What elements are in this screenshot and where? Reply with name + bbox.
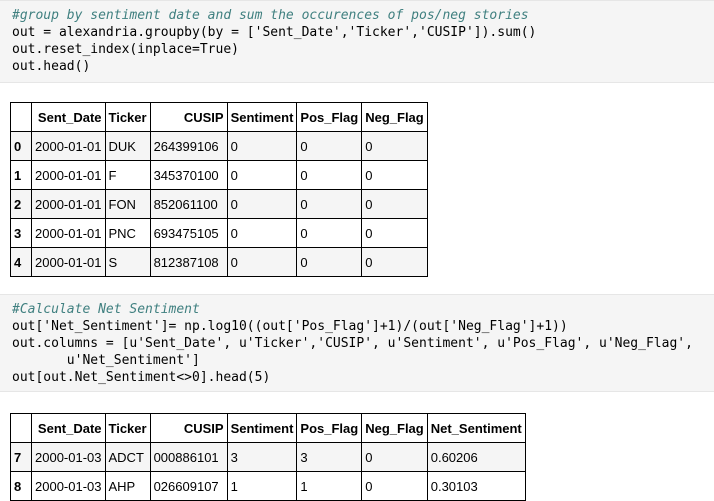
code-comment: #group by sentiment date and sum the occ… [12, 8, 529, 23]
cell-sentiment: 0 [226, 189, 298, 219]
cell-cusip: 345370100 [149, 160, 228, 190]
column-header: Sentiment [226, 102, 298, 132]
code-line: u'Net_Sentiment'] [12, 353, 200, 368]
row-index: 4 [10, 247, 32, 277]
row-index: 2 [10, 189, 32, 219]
cell-ticker: ADCT [104, 442, 151, 472]
dataframe-output-table: Sent_Date Ticker CUSIP Sentiment Pos_Fla… [10, 102, 428, 277]
cell-sentiment: 3 [226, 442, 298, 472]
code-cell-net-sentiment[interactable]: #Calculate Net Sentiment out['Net_Sentim… [0, 294, 714, 392]
table-row: 3 2000-01-01 PNC 693475105 0 0 0 [10, 218, 428, 248]
cell-sentiment: 0 [226, 131, 298, 161]
row-index: 0 [10, 131, 32, 161]
cell-ticker: FON [104, 189, 151, 219]
column-header: CUSIP [149, 102, 228, 132]
table-header-row: Sent_Date Ticker CUSIP Sentiment Pos_Fla… [10, 413, 526, 443]
table-row: 2 2000-01-01 FON 852061100 0 0 0 [10, 189, 428, 219]
cell-cusip: 000886101 [149, 442, 228, 472]
column-header: Sent_Date [31, 102, 106, 132]
code-comment: #Calculate Net Sentiment [12, 302, 200, 317]
row-index: 3 [10, 218, 32, 248]
cell-sent-date: 2000-01-03 [31, 471, 106, 501]
index-header [10, 102, 32, 132]
cell-sentiment: 0 [226, 218, 298, 248]
index-header [10, 413, 32, 443]
column-header: Pos_Flag [296, 413, 363, 443]
code-source: #Calculate Net Sentiment out['Net_Sentim… [0, 295, 714, 386]
table-row: 0 2000-01-01 DUK 264399106 0 0 0 [10, 131, 428, 161]
table-row: 8 2000-01-03 AHP 026609107 1 1 0 0.30103 [10, 471, 526, 501]
cell-sent-date: 2000-01-01 [31, 160, 106, 190]
column-header: Sentiment [226, 413, 298, 443]
cell-ticker: PNC [104, 218, 151, 248]
code-line: out['Net_Sentiment']= np.log10((out['Pos… [12, 319, 568, 334]
cell-ticker: DUK [104, 131, 151, 161]
column-header: Sent_Date [31, 413, 106, 443]
cell-neg-flag: 0 [361, 442, 428, 472]
cell-cusip: 026609107 [149, 471, 228, 501]
cell-pos-flag: 1 [296, 471, 363, 501]
code-line: out = alexandria.groupby(by = ['Sent_Dat… [12, 25, 537, 40]
cell-pos-flag: 0 [296, 131, 363, 161]
column-header: Pos_Flag [296, 102, 363, 132]
column-header: Neg_Flag [361, 413, 428, 443]
cell-neg-flag: 0 [361, 131, 428, 161]
table-row: 1 2000-01-01 F 345370100 0 0 0 [10, 160, 428, 190]
cell-pos-flag: 0 [296, 218, 363, 248]
cell-ticker: S [104, 247, 151, 277]
cell-sent-date: 2000-01-01 [31, 131, 106, 161]
cell-sentiment: 0 [226, 247, 298, 277]
cell-net-sentiment: 0.30103 [426, 471, 526, 501]
cell-ticker: AHP [104, 471, 151, 501]
column-header: Neg_Flag [361, 102, 428, 132]
row-index: 7 [10, 442, 32, 472]
cell-neg-flag: 0 [361, 218, 428, 248]
code-line: out[out.Net_Sentiment<>0].head(5) [12, 370, 271, 385]
table-row: 4 2000-01-01 S 812387108 0 0 0 [10, 247, 428, 277]
cell-pos-flag: 3 [296, 442, 363, 472]
code-cell-groupby[interactable]: #group by sentiment date and sum the occ… [0, 0, 714, 83]
code-line: out.head() [12, 59, 91, 74]
row-index: 8 [10, 471, 32, 501]
cell-net-sentiment: 0.60206 [426, 442, 526, 472]
cell-sent-date: 2000-01-01 [31, 189, 106, 219]
cell-sent-date: 2000-01-01 [31, 218, 106, 248]
code-line: out.columns = [u'Sent_Date', u'Ticker','… [12, 336, 693, 351]
column-header: Ticker [104, 102, 151, 132]
net-sentiment-output-table: Sent_Date Ticker CUSIP Sentiment Pos_Fla… [10, 413, 526, 501]
code-source: #group by sentiment date and sum the occ… [0, 1, 714, 75]
cell-neg-flag: 0 [361, 471, 428, 501]
cell-sentiment: 0 [226, 160, 298, 190]
cell-sent-date: 2000-01-03 [31, 442, 106, 472]
column-header: Ticker [104, 413, 151, 443]
column-header: CUSIP [149, 413, 228, 443]
table-row: 7 2000-01-03 ADCT 000886101 3 3 0 0.6020… [10, 442, 526, 472]
code-line: out.reset_index(inplace=True) [12, 42, 239, 57]
row-index: 1 [10, 160, 32, 190]
table-header-row: Sent_Date Ticker CUSIP Sentiment Pos_Fla… [10, 102, 428, 132]
cell-sent-date: 2000-01-01 [31, 247, 106, 277]
cell-cusip: 852061100 [149, 189, 228, 219]
cell-sentiment: 1 [226, 471, 298, 501]
cell-pos-flag: 0 [296, 189, 363, 219]
cell-neg-flag: 0 [361, 160, 428, 190]
cell-cusip: 693475105 [149, 218, 228, 248]
column-header: Net_Sentiment [426, 413, 526, 443]
cell-neg-flag: 0 [361, 247, 428, 277]
cell-cusip: 264399106 [149, 131, 228, 161]
cell-cusip: 812387108 [149, 247, 228, 277]
cell-neg-flag: 0 [361, 189, 428, 219]
cell-ticker: F [104, 160, 151, 190]
cell-pos-flag: 0 [296, 247, 363, 277]
cell-pos-flag: 0 [296, 160, 363, 190]
